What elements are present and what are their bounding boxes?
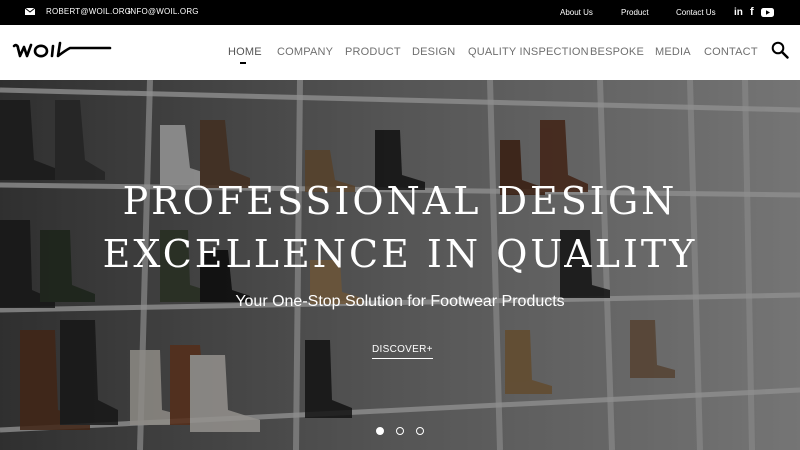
mail-icon [25,8,35,15]
nav-design[interactable]: DESIGN [412,46,455,58]
nav-media[interactable]: MEDIA [655,46,691,58]
top-link-contact-us[interactable]: Contact Us [676,8,716,17]
active-nav-indicator [240,62,246,64]
linkedin-icon[interactable]: in [734,7,743,20]
hero-headline-line-2: EXCELLENCE IN QUALITY [102,232,698,276]
hero-slider: PROFESSIONAL DESIGN EXCELLENCE IN QUALIT… [0,80,800,450]
top-bar: ROBERT@WOIL.ORG INFO@WOIL.ORG About Us P… [0,0,800,25]
nav-home[interactable]: HOME [228,46,262,58]
search-icon[interactable] [771,41,789,59]
main-header: HOME COMPANY PRODUCT DESIGN QUALITY INSP… [0,25,800,80]
nav-company[interactable]: COMPANY [277,46,333,58]
nav-bespoke[interactable]: BESPOKE [590,46,644,58]
email-link-robert[interactable]: ROBERT@WOIL.ORG [46,7,131,16]
slider-dot-2[interactable] [396,427,404,435]
hero-headline-line-1: PROFESSIONAL DESIGN [122,179,678,223]
facebook-icon[interactable]: f [750,6,754,19]
top-link-product[interactable]: Product [621,8,649,17]
woil-logo[interactable] [12,40,112,60]
nav-product[interactable]: PRODUCT [345,46,401,58]
nav-contact[interactable]: CONTACT [704,46,758,58]
top-link-about-us[interactable]: About Us [560,8,593,17]
slider-dot-1[interactable] [376,427,384,435]
hero-subheadline: Your One-Stop Solution for Footwear Prod… [235,293,565,310]
nav-quality-inspection[interactable]: QUALITY INSPECTION [468,46,589,58]
discover-button[interactable]: DISCOVER+ [372,344,433,359]
email-link-info[interactable]: INFO@WOIL.ORG [128,7,199,16]
youtube-icon[interactable] [761,8,774,17]
slider-dot-3[interactable] [416,427,424,435]
